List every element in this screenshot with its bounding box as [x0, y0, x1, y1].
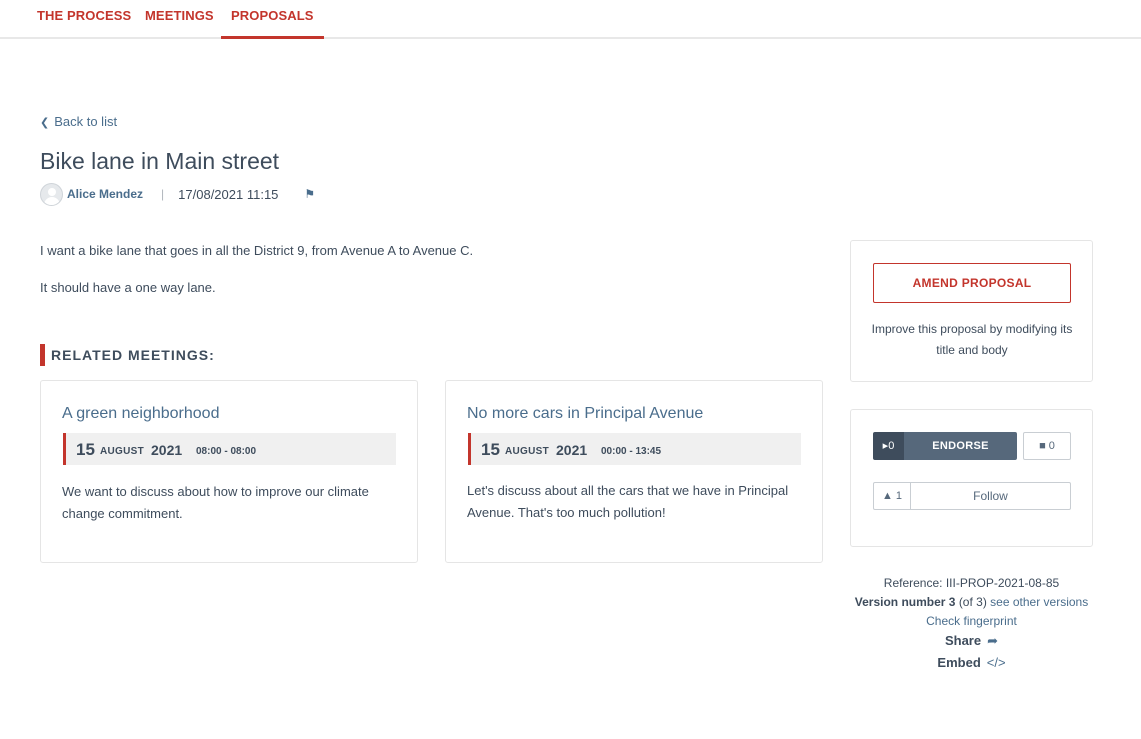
amend-help-text: Improve this proposal by modifying its t…: [871, 322, 1073, 357]
meeting-card[interactable]: A green neighborhood 15 AUGUST 2021 08:0…: [40, 380, 418, 563]
meeting-description: We want to discuss about how to improve …: [62, 484, 369, 521]
meeting-description: Let's discuss about all the cars that we…: [467, 483, 789, 520]
back-to-list-label: Back to list: [54, 114, 118, 129]
meeting-date-bar: 15 AUGUST 2021 00:00 - 13:45: [468, 433, 801, 465]
follow-button[interactable]: Follow: [911, 483, 1070, 509]
endorse-count: ▸0: [873, 432, 904, 460]
meeting-year: 2021: [556, 442, 588, 458]
process-nav: THE PROCESS MEETINGS PROPOSALS: [0, 0, 1141, 39]
support-card: ▸0 ENDORSE ■ 0 ▲ 1 Follow: [850, 409, 1093, 547]
meeting-time: 08:00 - 08:00: [196, 446, 257, 457]
follow-button-group: ▲ 1 Follow: [873, 482, 1071, 510]
proposal-author-row: Alice Mendez | 17/08/2021 11:15 ⚑: [40, 182, 315, 206]
endorse-count-value: 0: [888, 440, 895, 452]
share-button[interactable]: Share ➦: [850, 633, 1093, 649]
comment-icon: ■: [1039, 440, 1046, 452]
meeting-time: 00:00 - 13:45: [601, 446, 662, 457]
followers-count: ▲ 1: [874, 483, 911, 509]
amend-proposal-button[interactable]: AMEND PROPOSAL: [873, 263, 1071, 303]
meeting-month: AUGUST: [505, 446, 550, 457]
share-label: Share: [944, 633, 982, 648]
meeting-month: AUGUST: [100, 446, 145, 457]
endorse-button[interactable]: ENDORSE: [904, 432, 1017, 460]
meeting-card[interactable]: No more cars in Principal Avenue 15 AUGU…: [445, 380, 823, 563]
endorse-button-group: ▸0 ENDORSE: [873, 432, 1017, 460]
see-other-versions-link[interactable]: see other versions: [990, 595, 1088, 609]
comments-count: 0: [1048, 440, 1055, 452]
check-fingerprint-link[interactable]: Check fingerprint: [850, 614, 1093, 628]
avatar: [40, 182, 63, 206]
nav-meetings[interactable]: MEETINGS: [145, 8, 214, 23]
meeting-day: 15: [76, 440, 95, 459]
reference: Reference: III-PROP-2021-08-85: [883, 576, 1060, 590]
author-name[interactable]: Alice Mendez: [67, 187, 143, 201]
proposal-title: Bike lane in Main street: [40, 148, 280, 174]
proposal-date: 17/08/2021 11:15: [178, 186, 279, 202]
embed-label: Embed: [937, 655, 981, 670]
meeting-title[interactable]: A green neighborhood: [62, 405, 219, 423]
version-number: Version number 3: [854, 595, 956, 609]
proposal-body-paragraph: It should have a one way lane.: [40, 280, 216, 295]
comments-count-button[interactable]: ■ 0: [1023, 432, 1071, 460]
share-icon: ➦: [987, 633, 999, 648]
nav-the-process[interactable]: THE PROCESS: [37, 8, 131, 23]
embed-button[interactable]: Embed </>: [850, 655, 1093, 670]
meeting-day: 15: [481, 440, 500, 459]
meeting-title[interactable]: No more cars in Principal Avenue: [467, 405, 703, 423]
chevron-left-icon: ❮: [40, 117, 50, 129]
divider: |: [161, 187, 165, 201]
related-meetings-heading: RELATED MEETINGS:: [40, 344, 215, 366]
check-fingerprint-label: Check fingerprint: [926, 614, 1017, 628]
followers-count-value: 1: [895, 490, 903, 502]
nav-proposals[interactable]: PROPOSALS: [221, 8, 324, 39]
code-icon: </>: [986, 655, 1006, 670]
proposal-body-paragraph: I want a bike lane that goes in all the …: [40, 243, 474, 258]
version-total: (of 3): [958, 595, 987, 609]
bell-icon: ▲: [881, 490, 893, 502]
meeting-date-bar: 15 AUGUST 2021 08:00 - 08:00: [63, 433, 396, 465]
back-to-list-link[interactable]: ❮ Back to list: [40, 114, 117, 129]
version-info: Version number 3 (of 3) see other versio…: [850, 595, 1093, 609]
flag-icon[interactable]: ⚑: [304, 187, 315, 201]
meeting-year: 2021: [151, 442, 183, 458]
amend-card: AMEND PROPOSAL Improve this proposal by …: [850, 240, 1093, 382]
